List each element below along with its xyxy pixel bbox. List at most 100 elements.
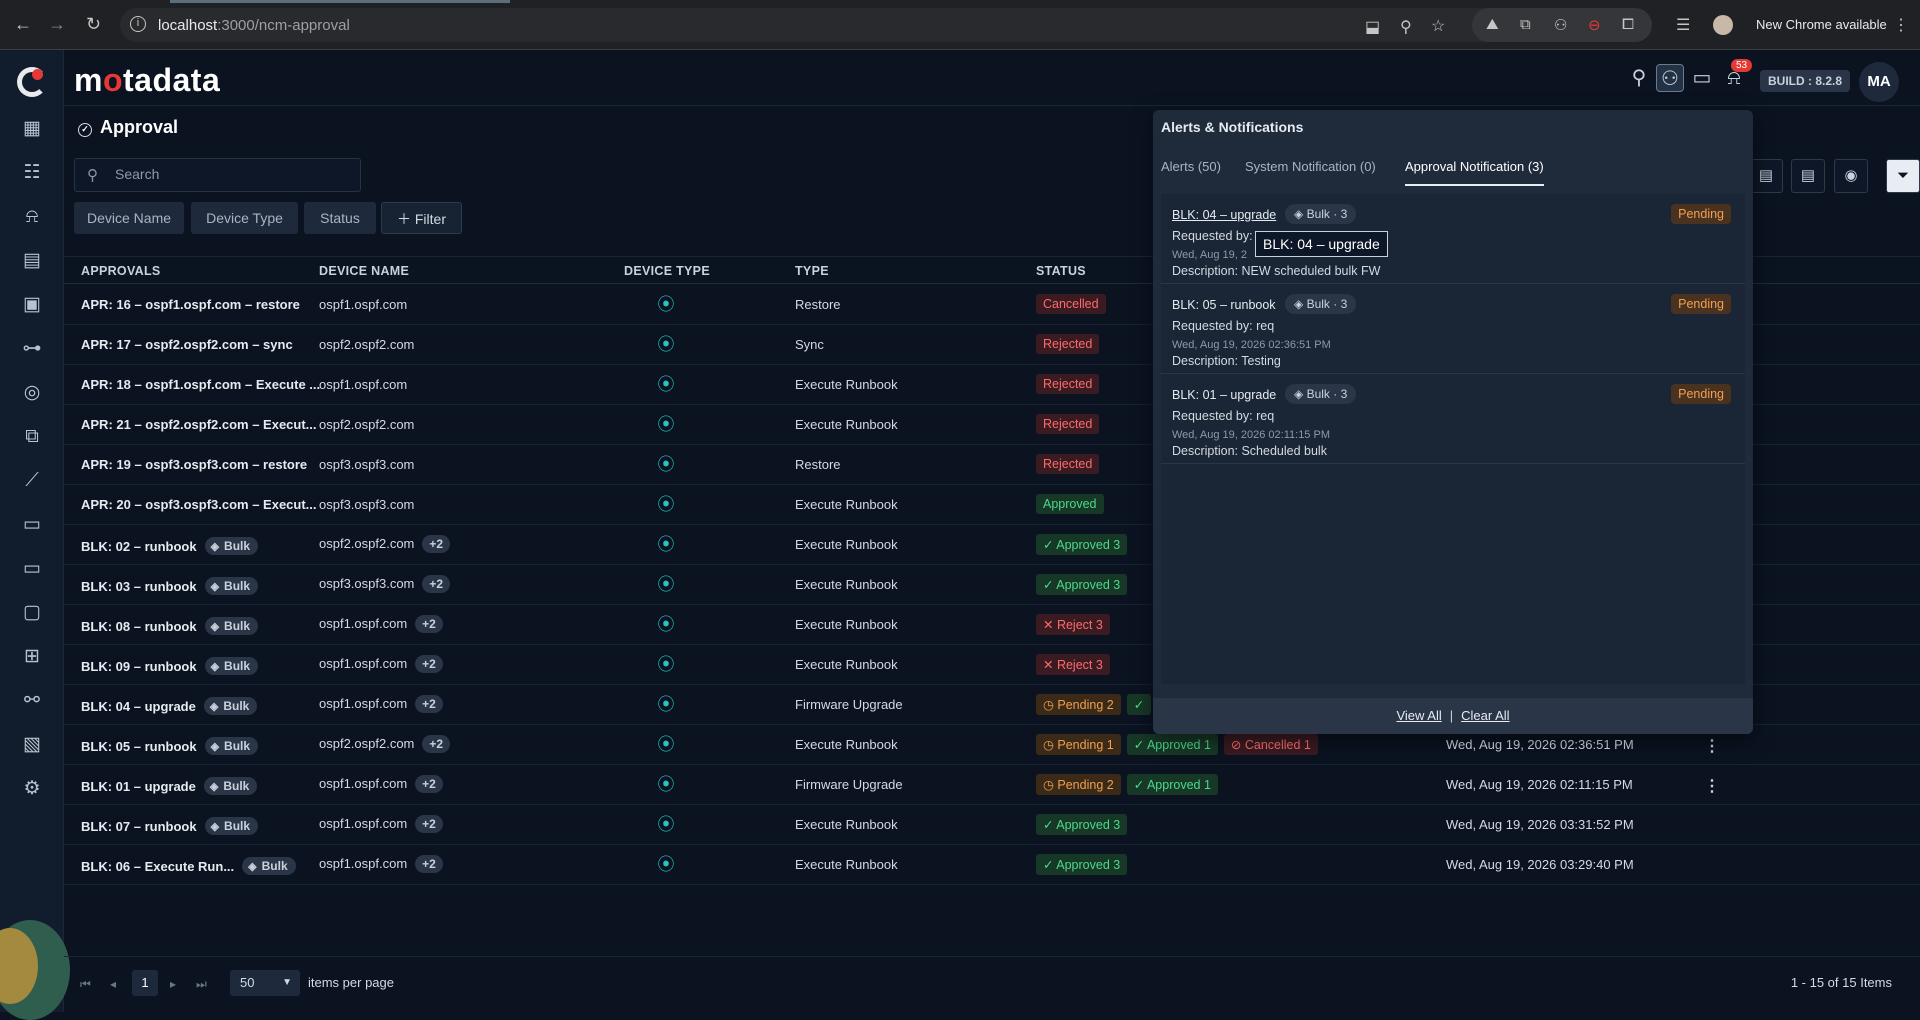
more-devices-badge[interactable]: +2 <box>422 535 451 553</box>
approval-name[interactable]: APR: 17 – ospf2.ospf2.com – sync <box>81 337 293 352</box>
approval-name[interactable]: BLK: 06 – Execute Run... ◈ Bulk <box>81 857 296 875</box>
more-devices-badge[interactable]: +2 <box>415 775 443 793</box>
user-avatar[interactable]: MA <box>1859 62 1899 102</box>
extension-icon[interactable]: ⊖ <box>1588 16 1601 34</box>
last-page-icon[interactable]: ⏭ <box>196 977 207 992</box>
metrics-icon[interactable]: ⟋ <box>19 468 45 494</box>
binoculars-icon[interactable]: ⚯ <box>19 688 45 714</box>
device-icon[interactable]: ▢ <box>19 600 45 626</box>
address-bar[interactable]: i localhost:3000/ncm-approval ⬓ ⚲ ☆ <box>120 8 1580 42</box>
site-info-icon[interactable]: i <box>130 16 146 32</box>
more-devices-badge[interactable]: +2 <box>415 655 443 673</box>
settings-gear-icon[interactable]: ⚙ <box>19 776 45 802</box>
new-chrome-button[interactable]: New Chrome available <box>1756 17 1887 32</box>
more-devices-badge[interactable]: +2 <box>415 615 443 633</box>
approval-name[interactable]: APR: 20 – ospf3.ospf3.com – Execut... <box>81 497 317 512</box>
bookmark-star-icon[interactable]: ☆ <box>1431 16 1445 36</box>
current-page[interactable]: 1 <box>132 970 158 996</box>
approval-name[interactable]: APR: 19 – ospf3.ospf3.com – restore <box>81 457 307 472</box>
chip-device-name[interactable]: Device Name <box>74 202 184 234</box>
approval-name[interactable]: APR: 16 – ospf1.ospf.com – restore <box>81 297 300 312</box>
next-page-icon[interactable]: ▸ <box>170 977 176 991</box>
approval-icon[interactable]: ▧ <box>19 732 45 758</box>
search-input[interactable] <box>115 166 345 182</box>
col-approvals[interactable]: APPROVALS <box>81 264 161 278</box>
per-page-select[interactable]: 50 ▼ <box>230 970 300 996</box>
col-device-name[interactable]: DEVICE NAME <box>319 264 409 278</box>
brand-logo[interactable]: motadata <box>74 62 220 99</box>
profile-avatar[interactable] <box>1713 15 1733 35</box>
notification-item[interactable]: BLK: 05 – runbook ◈ Bulk · 3 Pending Req… <box>1161 284 1745 374</box>
install-icon[interactable]: ⬓ <box>1365 17 1380 37</box>
forward-icon[interactable]: → <box>48 14 66 35</box>
tab-alerts[interactable]: Alerts (50) <box>1161 159 1221 174</box>
url-text[interactable]: localhost:3000/ncm-approval <box>158 17 350 34</box>
filter-funnel-icon[interactable]: ⏷ <box>1886 159 1920 193</box>
col-status[interactable]: STATUS <box>1036 264 1086 278</box>
approval-name[interactable]: BLK: 05 – runbook ◈ Bulk <box>81 737 259 755</box>
notification-item[interactable]: BLK: 01 – upgrade ◈ Bulk · 3 Pending Req… <box>1161 374 1745 464</box>
approval-name[interactable]: APR: 21 – ospf2.ospf2.com – Execut... <box>81 417 317 432</box>
network-icon[interactable]: ⊞ <box>19 644 45 670</box>
puzzle-icon[interactable]: ⧠ <box>1622 16 1634 33</box>
back-icon[interactable]: ← <box>14 14 32 35</box>
media-icon[interactable]: ☰ <box>1676 15 1690 35</box>
tab-approval-notification[interactable]: Approval Notification (3) <box>1405 159 1544 186</box>
topology-icon[interactable]: ⊶ <box>19 336 45 362</box>
more-devices-badge[interactable]: +2 <box>422 735 451 753</box>
monitor-icon[interactable]: ◎ <box>19 380 45 406</box>
row-menu-icon[interactable]: ⋮ <box>1704 776 1720 796</box>
approval-name[interactable]: BLK: 03 – runbook ◈ Bulk <box>81 577 259 595</box>
monitor-icon[interactable]: ▭ <box>1688 64 1716 92</box>
approval-name[interactable]: BLK: 02 – runbook ◈ Bulk <box>81 537 259 555</box>
display-icon[interactable]: ▭ <box>19 556 45 582</box>
server-icon[interactable]: ☷ <box>19 160 45 186</box>
prev-page-icon[interactable]: ◂ <box>110 977 116 991</box>
document-icon[interactable]: ▭ <box>19 512 45 538</box>
alert-bell-icon[interactable]: ⍾ <box>19 204 45 230</box>
extension-icon[interactable]: ⚇ <box>1554 16 1567 34</box>
view-eye-icon[interactable]: ◉ <box>1834 159 1868 193</box>
col-type[interactable]: TYPE <box>795 264 829 278</box>
more-devices-badge[interactable]: +2 <box>415 855 443 873</box>
dashboard-icon[interactable]: ▦ <box>19 116 45 142</box>
reload-icon[interactable]: ↻ <box>86 14 101 35</box>
approval-name[interactable]: BLK: 08 – runbook ◈ Bulk <box>81 617 259 635</box>
table-row[interactable]: BLK: 07 – runbook ◈ Bulk ospf1.ospf.com +2 ⦿ E… <box>64 805 1920 845</box>
approval-name[interactable]: BLK: 04 – upgrade ◈ Bulk <box>81 697 258 715</box>
table-row[interactable]: BLK: 06 – Execute Run... ◈ Bulk ospf1.ospf.… <box>64 845 1920 885</box>
more-devices-badge[interactable]: +2 <box>415 815 443 833</box>
add-filter-button[interactable]: ＋ Filter <box>381 202 462 234</box>
extension-icon[interactable]: ⧉ <box>1520 16 1531 33</box>
zoom-icon[interactable]: ⚲ <box>1400 17 1412 37</box>
clear-all-link[interactable]: Clear All <box>1461 708 1509 723</box>
notification-title[interactable]: BLK: 04 – upgrade <box>1172 208 1276 222</box>
extension-icon[interactable]: ⛰ <box>1486 16 1499 33</box>
export-pdf-icon[interactable]: ▤ <box>1749 159 1783 193</box>
first-page-icon[interactable]: ⏮ <box>80 977 91 992</box>
report-icon[interactable]: ▣ <box>19 292 45 318</box>
col-device-type[interactable]: DEVICE TYPE <box>624 264 710 278</box>
chrome-menu-icon[interactable]: ⋮ <box>1893 15 1909 35</box>
notification-title[interactable]: BLK: 01 – upgrade <box>1172 388 1276 402</box>
export-csv-icon[interactable]: ▤ <box>1791 159 1825 193</box>
row-menu-icon[interactable]: ⋮ <box>1704 736 1720 756</box>
search-box[interactable]: ⚲ <box>74 158 361 192</box>
search-icon[interactable]: ⚲ <box>1625 64 1653 92</box>
view-all-link[interactable]: View All <box>1396 708 1441 723</box>
chip-device-type[interactable]: Device Type <box>191 202 298 234</box>
approval-name[interactable]: BLK: 01 – upgrade ◈ Bulk <box>81 777 258 795</box>
tab-system-notification[interactable]: System Notification (0) <box>1245 159 1376 174</box>
chip-status[interactable]: Status <box>304 202 376 234</box>
more-devices-badge[interactable]: +2 <box>415 695 443 713</box>
notification-title[interactable]: BLK: 05 – runbook <box>1172 298 1276 312</box>
logs-icon[interactable]: ▤ <box>19 248 45 274</box>
user-approval-icon[interactable]: ⚇ <box>1656 64 1684 92</box>
more-devices-badge[interactable]: +2 <box>422 575 451 593</box>
table-row[interactable]: BLK: 01 – upgrade ◈ Bulk ospf1.ospf.com +2 ⦿ F… <box>64 765 1920 805</box>
flow-icon[interactable]: ⧉ <box>19 424 45 450</box>
approval-name[interactable]: BLK: 09 – runbook ◈ Bulk <box>81 657 259 675</box>
approval-name[interactable]: APR: 18 – ospf1.ospf.com – Execute ... <box>81 377 320 392</box>
approval-name[interactable]: BLK: 07 – runbook ◈ Bulk <box>81 817 259 835</box>
notification-item[interactable]: BLK: 04 – upgrade ◈ Bulk · 3 Pending Req… <box>1161 194 1745 284</box>
